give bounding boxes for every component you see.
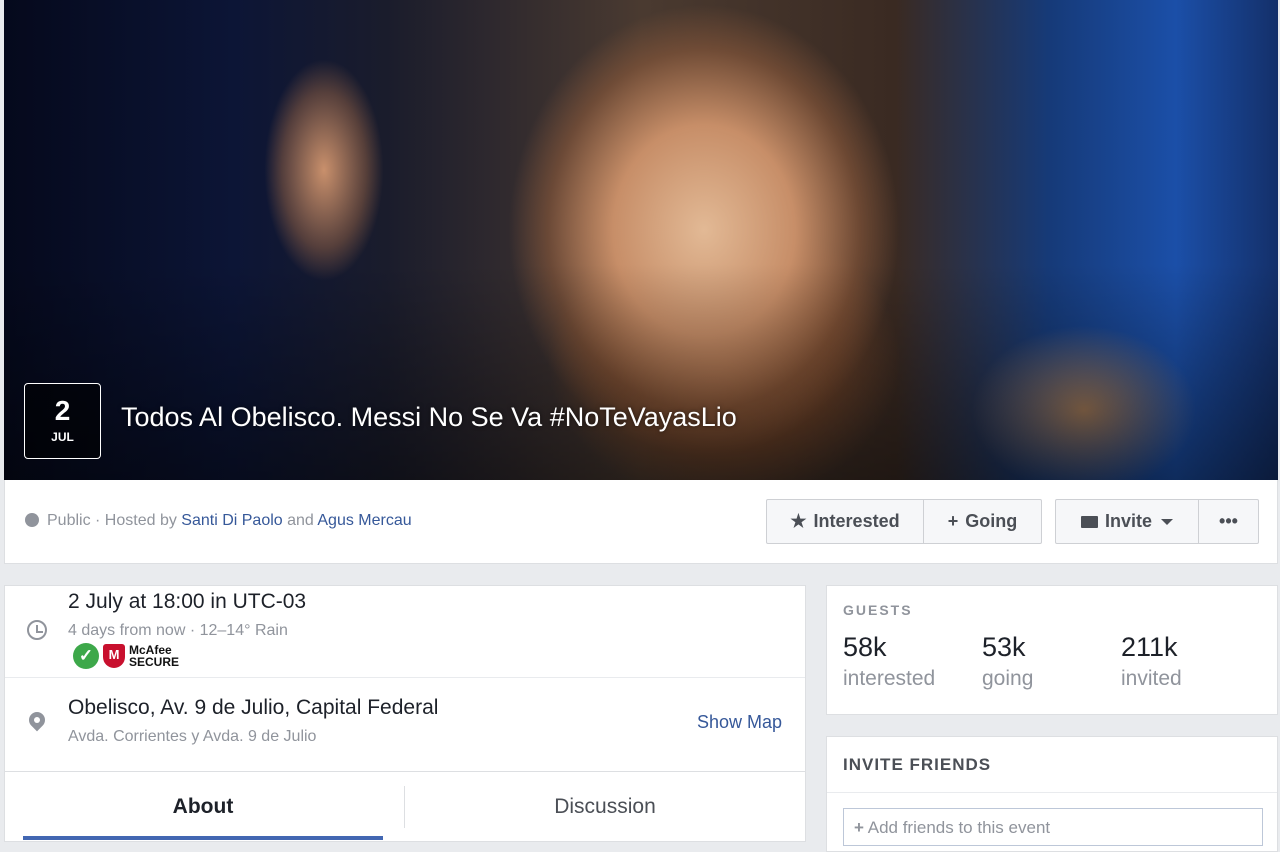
mcafee-badge: ✓ M McAfee SECURE bbox=[73, 643, 179, 669]
guests-card: GUESTS 58k interested 53k going 211k inv… bbox=[826, 585, 1278, 715]
mcafee-secure-label: SECURE bbox=[129, 655, 180, 669]
location-pin-icon bbox=[25, 708, 49, 732]
event-month: JUL bbox=[51, 430, 74, 444]
hosted-by-text: · Hosted by bbox=[90, 512, 182, 529]
event-datetime: 2 July at 18:00 in UTC-03 bbox=[68, 590, 307, 613]
chevron-down-icon bbox=[1161, 518, 1173, 525]
privacy-label: Public bbox=[47, 512, 91, 529]
event-relative-time: 4 days from now · 12–14° Rain bbox=[68, 622, 288, 639]
interested-button[interactable]: ★ Interested bbox=[766, 499, 924, 544]
invite-friends-heading: INVITE FRIENDS bbox=[843, 755, 992, 774]
event-date-badge: 2 JUL bbox=[24, 383, 101, 459]
tab-discussion[interactable]: Discussion bbox=[405, 772, 805, 842]
stat-label: going bbox=[982, 667, 1034, 690]
show-map-link[interactable]: Show Map bbox=[697, 712, 782, 733]
interested-label: Interested bbox=[813, 511, 900, 531]
event-title: Todos Al Obelisco. Messi No Se Va #NoTeV… bbox=[121, 402, 737, 432]
guest-stat-invited[interactable]: 211k invited bbox=[1121, 632, 1182, 691]
guests-heading: GUESTS bbox=[843, 602, 913, 618]
event-header-bar: Public · Hosted by Santi Di Paolo and Ag… bbox=[4, 480, 1278, 564]
datetime-row: 2 July at 18:00 in UTC-03 4 days from no… bbox=[5, 586, 805, 678]
going-label: Going bbox=[965, 511, 1018, 531]
event-location[interactable]: Obelisco, Av. 9 de Julio, Capital Federa… bbox=[68, 696, 438, 720]
event-details-card: 2 July at 18:00 in UTC-03 4 days from no… bbox=[4, 585, 806, 842]
star-icon: ★ bbox=[790, 511, 807, 531]
check-icon: ✓ bbox=[73, 643, 99, 669]
invite-label: Invite bbox=[1104, 511, 1152, 531]
location-row: Obelisco, Av. 9 de Julio, Capital Federa… bbox=[5, 678, 805, 772]
guest-stat-going[interactable]: 53k going bbox=[982, 632, 1033, 691]
plus-icon: + bbox=[947, 511, 959, 531]
tab-about[interactable]: About bbox=[23, 772, 383, 842]
plus-icon: + bbox=[854, 818, 864, 837]
event-day: 2 bbox=[54, 395, 71, 426]
clock-icon bbox=[27, 620, 47, 640]
more-icon: ••• bbox=[1219, 511, 1238, 531]
event-address: Avda. Corrientes y Avda. 9 de Julio bbox=[68, 728, 317, 745]
envelope-icon bbox=[1080, 515, 1098, 528]
stat-number: 58k bbox=[843, 632, 887, 662]
stat-label: invited bbox=[1121, 667, 1182, 690]
event-meta: Public · Hosted by Santi Di Paolo and Ag… bbox=[25, 512, 412, 530]
add-friends-input[interactable]: + Add friends to this event bbox=[843, 808, 1263, 846]
invite-friends-card: INVITE FRIENDS + Add friends to this eve… bbox=[826, 736, 1278, 852]
event-tabs: About Discussion bbox=[5, 772, 805, 842]
stat-number: 211k bbox=[1121, 632, 1178, 662]
and-text: and bbox=[282, 512, 318, 529]
add-friends-placeholder: Add friends to this event bbox=[867, 818, 1051, 837]
going-button[interactable]: + Going bbox=[923, 499, 1042, 544]
globe-icon bbox=[25, 513, 39, 527]
host-link-1[interactable]: Santi Di Paolo bbox=[181, 512, 282, 529]
mcafee-shield-icon: M bbox=[103, 644, 125, 668]
more-options-button[interactable]: ••• bbox=[1198, 499, 1259, 544]
divider bbox=[827, 792, 1277, 793]
stat-label: interested bbox=[843, 667, 936, 690]
invite-button[interactable]: Invite bbox=[1055, 499, 1199, 544]
host-link-2[interactable]: Agus Mercau bbox=[317, 512, 411, 529]
stat-number: 53k bbox=[982, 632, 1026, 662]
guest-stat-interested[interactable]: 58k interested bbox=[843, 632, 935, 691]
